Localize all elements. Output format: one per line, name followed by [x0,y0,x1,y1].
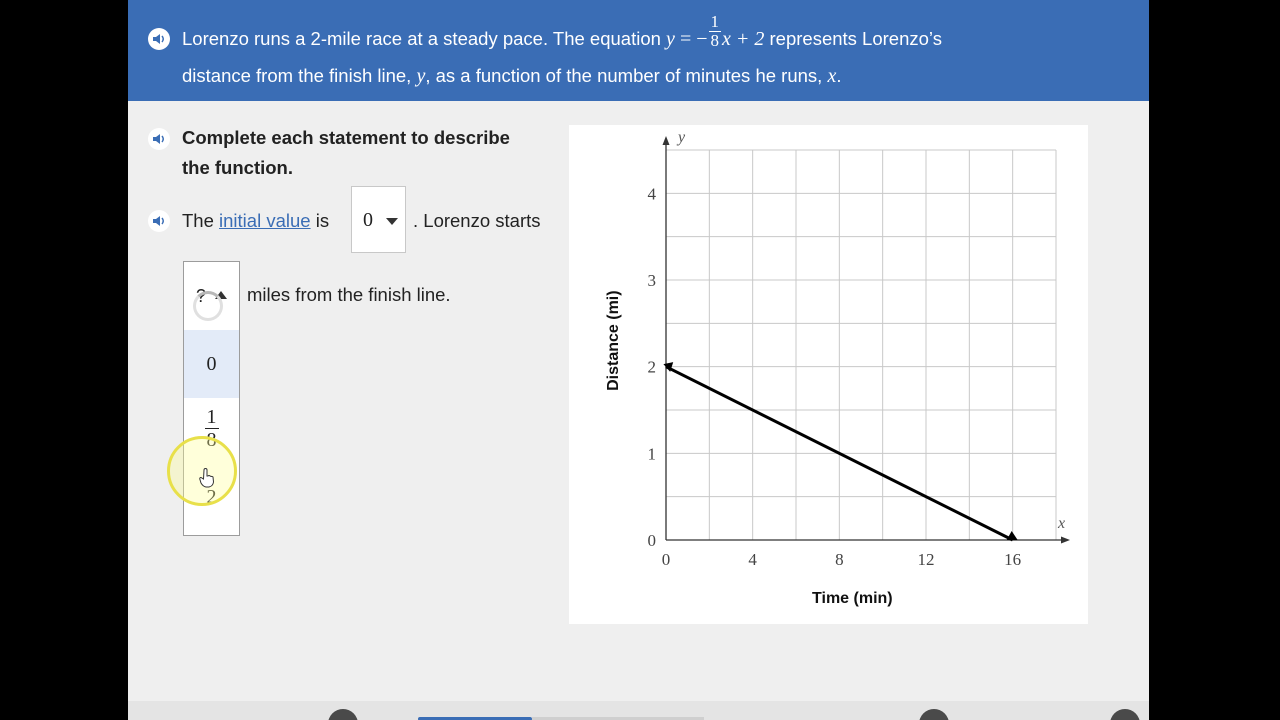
hand-cursor-icon [199,467,215,493]
statement-1-mid: is [315,210,330,231]
x-axis-arrow [1061,536,1070,544]
x-axis-variable: x [1057,515,1065,532]
dropdown-option-0[interactable]: 0 [184,330,239,398]
y-tick-label: 0 [648,531,657,550]
speaker-icon[interactable] [148,128,170,150]
lesson-frame: Lorenzo runs a 2-mile race at a steady p… [128,0,1149,720]
y-tick-label: 1 [648,444,657,463]
y-axis-variable: y [676,129,686,146]
question-line2-end: . [836,65,842,86]
x-tick-label: 16 [1004,550,1021,569]
option-label: 0 [206,353,217,375]
y-axis-label: Distance (mi) [605,290,622,390]
graph-panel: x y 0 4 8 12 16 0 1 2 3 4 Time (min) Distance (mi) [569,125,1088,624]
question-line2-mid: , as a function of the number of minutes… [425,65,823,86]
dropdown-current-value[interactable]: ? [184,262,239,331]
equation-rest: x + 2 [722,28,765,50]
statement-1-end: . Lorenzo starts [413,210,541,231]
initial-value-selected: 0 [363,209,373,231]
y-tick-label: 4 [648,184,657,203]
initial-value-dropdown[interactable]: 0 [351,186,406,253]
question-text-end: represents Lorenzo’s [769,28,942,49]
speaker-icon[interactable] [148,210,170,232]
instructions-line-1: Complete each statement to describe [182,127,510,148]
x-tick-label: 8 [835,550,844,569]
question-line-2: distance from the finish line, y, as a f… [182,65,841,88]
instructions-line-2: the function. [182,157,293,178]
statement-1-pre: The [182,210,214,231]
equation-fraction-numerator: 1 [708,11,721,32]
question-line-1: Lorenzo runs a 2-mile race at a steady p… [182,12,942,51]
line-arrow-end [1006,531,1018,540]
equation-fraction-denominator: 8 [710,30,720,50]
variable-x: x [827,65,837,87]
option-fraction-numerator: 1 [204,406,219,429]
x-tick-label: 12 [918,550,935,569]
y-tick-label: 2 [648,358,657,377]
settings-button[interactable] [1110,709,1140,720]
initial-value-link[interactable]: initial value [219,210,311,231]
caret-down-icon [386,218,398,225]
statement-1-start: The initial value is [182,210,329,232]
equation-fraction: 18 [708,11,721,50]
pause-button[interactable] [919,709,949,720]
equation-lhs: y [666,28,675,50]
loading-spinner-icon [193,291,223,321]
question-header: Lorenzo runs a 2-mile race at a steady p… [128,0,1149,101]
distance-time-graph: xy0 4 8 12 1601234Time (min)Distance (mi) [605,129,1070,607]
question-line2-text: distance from the finish line, [182,65,412,86]
y-axis-arrow [662,136,670,145]
equation-sign: = − [674,28,708,50]
question-text: Lorenzo runs a 2-mile race at a steady p… [182,28,661,49]
x-axis-label: Time (min) [812,590,893,607]
x-tick-label: 4 [748,550,757,569]
statement-2-end: miles from the finish line. [247,284,451,305]
speaker-icon[interactable] [148,28,170,50]
menu-button[interactable] [328,709,358,720]
variable-y: y [416,65,426,87]
y-tick-label: 3 [648,271,657,290]
player-controls [128,701,1149,720]
x-tick-label: 0 [662,550,671,569]
